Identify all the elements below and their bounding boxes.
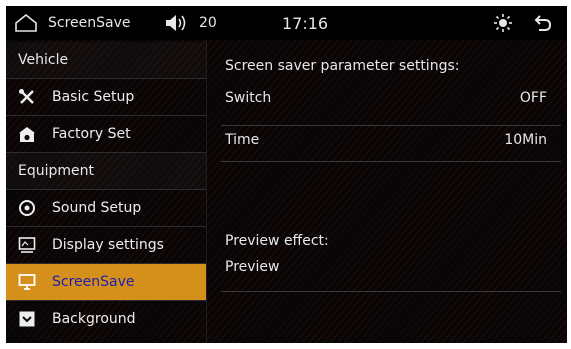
head-unit-screen: ScreenSave 20 17:16 Vehicle Basic Setup … [6, 6, 567, 343]
sidebar-item-label: Background [52, 311, 136, 327]
sidebar-item-label: Factory Set [52, 126, 131, 142]
sidebar-item-screensave[interactable]: ScreenSave [6, 264, 206, 300]
background-icon [16, 309, 38, 329]
time-value[interactable]: 10Min [504, 132, 547, 148]
divider [221, 291, 561, 292]
brightness-icon[interactable] [493, 6, 513, 40]
home-icon[interactable] [14, 6, 38, 40]
factory-icon [16, 124, 38, 144]
time-label: Time [225, 132, 260, 148]
clock: 17:16 [282, 13, 329, 33]
monitor-icon [16, 272, 38, 292]
sidebar-item-label: Basic Setup [52, 89, 135, 105]
settings-panel: Screen saver parameter settings: Switch … [207, 40, 567, 343]
section-vehicle: Vehicle [6, 42, 206, 78]
sidebar: Vehicle Basic Setup Factory Set Equipmen… [6, 40, 206, 343]
display-icon [16, 235, 38, 255]
tools-icon [16, 87, 38, 107]
sidebar-item-label: Sound Setup [52, 200, 142, 216]
status-bar: ScreenSave 20 17:16 [6, 6, 567, 40]
sound-icon [16, 198, 38, 218]
preview-label: Preview [225, 259, 280, 275]
sidebar-item-sound-setup[interactable]: Sound Setup [6, 190, 206, 226]
section-equipment: Equipment [6, 153, 206, 189]
sidebar-item-label: Display settings [52, 237, 164, 253]
sidebar-item-factory-set[interactable]: Factory Set [6, 116, 206, 152]
preview-heading: Preview effect: [225, 233, 329, 249]
time-row[interactable]: Time 10Min [225, 132, 557, 156]
panel-heading: Screen saver parameter settings: [225, 58, 460, 74]
sidebar-item-background[interactable]: Background [6, 301, 206, 337]
switch-label: Switch [225, 90, 272, 106]
preview-button[interactable]: Preview [225, 259, 557, 285]
volume-value: 20 [199, 15, 217, 31]
sidebar-item-label: ScreenSave [52, 274, 135, 290]
volume-icon[interactable] [164, 6, 190, 40]
switch-value[interactable]: OFF [520, 90, 547, 106]
divider [221, 161, 561, 162]
sidebar-item-display-settings[interactable]: Display settings [6, 227, 206, 263]
divider [221, 125, 561, 126]
back-icon[interactable] [533, 6, 553, 40]
sidebar-item-basic-setup[interactable]: Basic Setup [6, 79, 206, 115]
app-title: ScreenSave [48, 15, 131, 31]
switch-row[interactable]: Switch OFF [225, 90, 557, 114]
